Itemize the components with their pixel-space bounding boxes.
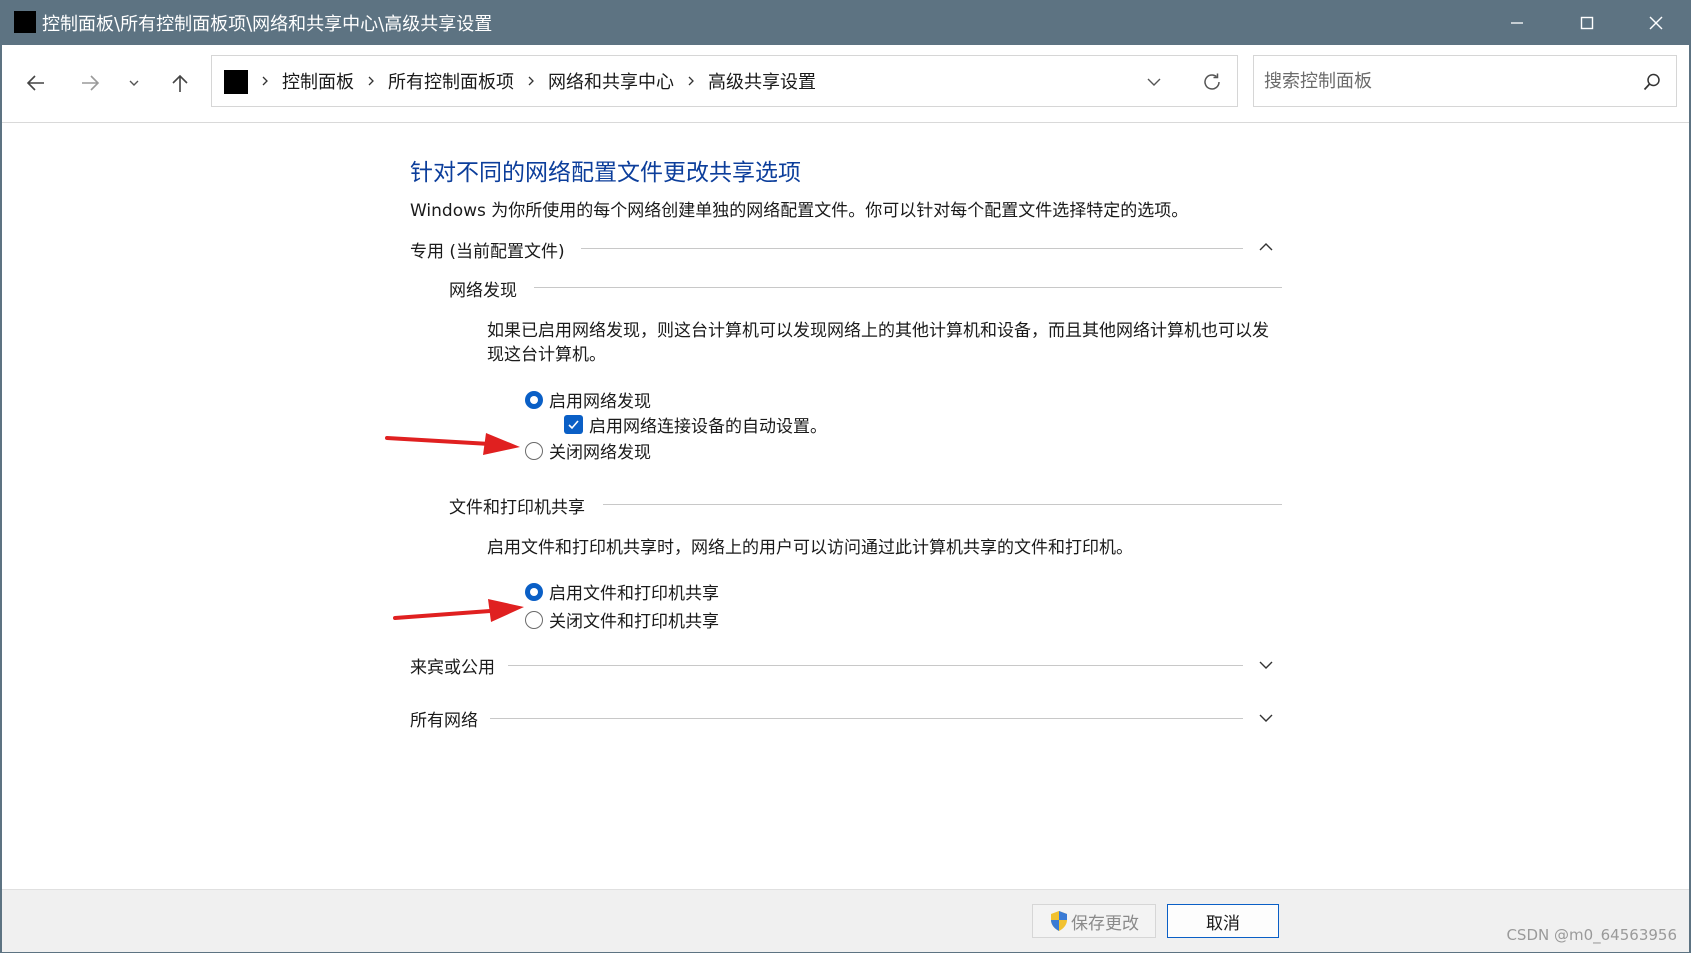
breadcrumb-item-network-center[interactable]: 网络和共享中心	[548, 68, 674, 94]
page-title: 针对不同的网络配置文件更改共享选项	[410, 160, 801, 186]
network-discovery-on-label: 启用网络发现	[549, 392, 651, 412]
breadcrumb-separator-icon	[366, 75, 376, 87]
control-panel-window: 控制面板\所有控制面板项\网络和共享中心\高级共享设置 控制面板 所有控制面板项…	[0, 0, 1691, 953]
red-annotation-arrow	[393, 599, 524, 622]
network-discovery-on-option[interactable]: 启用网络发现	[525, 387, 651, 412]
close-icon	[1649, 16, 1663, 29]
breadcrumb-item-control-panel[interactable]: 控制面板	[282, 68, 354, 94]
breadcrumb-separator-icon	[260, 75, 270, 87]
breadcrumb-item-advanced-sharing[interactable]: 高级共享设置	[708, 68, 816, 94]
window-title: 控制面板\所有控制面板项\网络和共享中心\高级共享设置	[42, 14, 493, 35]
navigation-bar: 控制面板 所有控制面板项 网络和共享中心 高级共享设置	[2, 45, 1689, 123]
checkmark-icon	[568, 420, 579, 430]
network-discovery-off-label: 关闭网络发现	[549, 443, 651, 463]
save-changes-button[interactable]: 保存更改	[1032, 904, 1156, 938]
footer-bar: 保存更改 取消 CSDN @m0_64563956	[2, 889, 1689, 952]
guest-public-profile-header[interactable]: 来宾或公用	[410, 653, 495, 678]
auto-setup-label: 启用网络连接设备的自动设置。	[589, 417, 827, 437]
network-discovery-off-option[interactable]: 关闭网络发现	[525, 438, 651, 463]
forward-arrow-icon	[82, 75, 100, 91]
section-divider	[508, 665, 1243, 666]
breadcrumb-item-all-items[interactable]: 所有控制面板项	[388, 68, 514, 94]
breadcrumb: 控制面板 所有控制面板项 网络和共享中心 高级共享设置	[260, 56, 816, 106]
file-printer-sharing-off-label: 关闭文件和打印机共享	[549, 612, 719, 632]
uac-shield-icon	[1049, 910, 1069, 932]
chevron-down-icon	[1259, 714, 1273, 722]
breadcrumb-separator-icon	[526, 75, 536, 87]
all-networks-toggle[interactable]	[1256, 708, 1276, 728]
auto-setup-checkbox-option[interactable]: 启用网络连接设备的自动设置。	[564, 412, 827, 437]
client-area: 控制面板 所有控制面板项 网络和共享中心 高级共享设置 搜索控制面板 针对不同的…	[2, 45, 1689, 952]
minimize-button[interactable]	[1482, 0, 1552, 45]
file-printer-sharing-on-label: 启用文件和打印机共享	[549, 584, 719, 604]
private-profile-toggle[interactable]	[1256, 237, 1276, 257]
search-input[interactable]	[1264, 66, 1624, 96]
up-button[interactable]	[162, 65, 198, 101]
save-changes-label: 保存更改	[1071, 913, 1139, 934]
cancel-label: 取消	[1206, 913, 1240, 934]
forward-button[interactable]	[72, 65, 108, 101]
radio-selected[interactable]	[525, 390, 543, 409]
guest-public-toggle[interactable]	[1256, 655, 1276, 675]
checkbox-checked[interactable]	[564, 415, 583, 434]
section-divider	[581, 248, 1243, 249]
control-panel-app-icon	[14, 11, 36, 33]
private-profile-header[interactable]: 专用 (当前配置文件)	[410, 237, 565, 262]
maximize-icon	[1580, 16, 1594, 29]
back-arrow-icon	[26, 75, 44, 91]
close-button[interactable]	[1621, 0, 1691, 45]
up-arrow-icon	[172, 74, 188, 92]
address-bar[interactable]: 控制面板 所有控制面板项 网络和共享中心 高级共享设置	[211, 55, 1238, 107]
maximize-button[interactable]	[1552, 0, 1622, 45]
refresh-button[interactable]	[1197, 67, 1227, 97]
chevron-down-icon	[1147, 78, 1161, 86]
control-panel-location-icon	[224, 70, 248, 94]
file-printer-sharing-on-option[interactable]: 启用文件和打印机共享	[525, 579, 719, 604]
title-bar: 控制面板\所有控制面板项\网络和共享中心\高级共享设置	[0, 0, 1691, 45]
address-history-dropdown[interactable]	[1140, 68, 1168, 96]
network-discovery-description: 如果已启用网络发现，则这台计算机可以发现网络上的其他计算机和设备，而且其他网络计…	[487, 321, 1269, 365]
radio-unselected[interactable]	[525, 441, 543, 460]
file-printer-sharing-off-option[interactable]: 关闭文件和打印机共享	[525, 607, 719, 632]
section-divider	[534, 287, 1282, 288]
recent-chevron-icon	[129, 80, 139, 86]
section-divider	[490, 718, 1243, 719]
main-content: 针对不同的网络配置文件更改共享选项 Windows 为你所使用的每个网络创建单独…	[2, 123, 1689, 889]
recent-locations-button[interactable]	[116, 65, 152, 101]
section-divider	[603, 504, 1282, 505]
minimize-icon	[1511, 21, 1523, 24]
back-button[interactable]	[18, 65, 54, 101]
search-box[interactable]	[1253, 55, 1677, 107]
red-annotation-arrow	[385, 433, 520, 455]
search-icon[interactable]	[1640, 70, 1664, 94]
file-printer-sharing-heading: 文件和打印机共享	[449, 498, 585, 518]
watermark-text: CSDN @m0_64563956	[1506, 926, 1677, 944]
breadcrumb-separator-icon	[686, 75, 696, 87]
chevron-down-icon	[1259, 661, 1273, 669]
chevron-up-icon	[1259, 243, 1273, 251]
refresh-icon	[1204, 73, 1220, 90]
file-printer-sharing-description: 启用文件和打印机共享时，网络上的用户可以访问通过此计算机共享的文件和打印机。	[487, 538, 1133, 558]
cancel-button[interactable]: 取消	[1167, 904, 1279, 938]
all-networks-profile-header[interactable]: 所有网络	[410, 706, 478, 731]
network-discovery-heading: 网络发现	[449, 281, 517, 301]
page-description: Windows 为你所使用的每个网络创建单独的网络配置文件。你可以针对每个配置文…	[410, 201, 1189, 221]
